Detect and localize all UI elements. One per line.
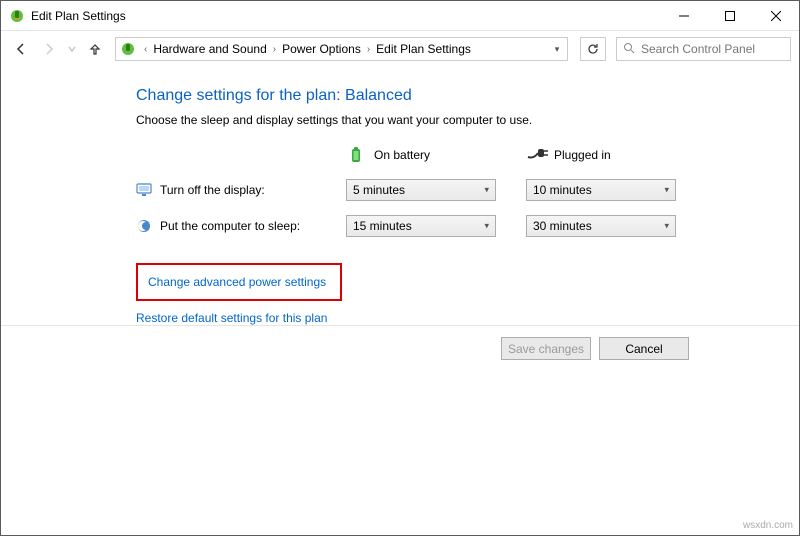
battery-icon: [346, 145, 366, 165]
watermark: wsxdn.com: [743, 520, 793, 531]
plug-icon: [526, 145, 546, 165]
column-header-plugged: Plugged in: [526, 145, 676, 165]
row-text: Put the computer to sleep:: [160, 219, 300, 233]
chevron-left-icon[interactable]: ‹: [140, 44, 151, 55]
save-button[interactable]: Save changes: [501, 337, 591, 360]
links-section: Change advanced power settings Restore d…: [136, 263, 799, 325]
window-title: Edit Plan Settings: [31, 9, 661, 23]
maximize-button[interactable]: [707, 1, 753, 30]
column-header-battery: On battery: [346, 145, 496, 165]
sleep-battery-select[interactable]: 15 minutes ▾: [346, 215, 496, 237]
select-value: 10 minutes: [533, 183, 592, 197]
page-title: Change settings for the plan: Balanced: [136, 87, 799, 105]
sleep-plugged-select[interactable]: 30 minutes ▾: [526, 215, 676, 237]
power-options-icon: [9, 8, 25, 24]
search-placeholder: Search Control Panel: [641, 42, 755, 56]
chevron-right-icon: ›: [269, 44, 280, 55]
footer: Save changes Cancel: [1, 325, 799, 371]
address-dropdown-button[interactable]: ▾: [547, 44, 567, 55]
chevron-down-icon: ▾: [484, 221, 489, 232]
address-bar[interactable]: ‹ Hardware and Sound › Power Options › E…: [115, 37, 568, 61]
search-input[interactable]: Search Control Panel: [616, 37, 791, 61]
refresh-button[interactable]: [580, 37, 606, 61]
settings-grid: On battery Plugged in: [136, 145, 799, 237]
moon-icon: [136, 218, 152, 234]
close-button[interactable]: [753, 1, 799, 30]
select-value: 30 minutes: [533, 219, 592, 233]
recent-locations-button[interactable]: [65, 37, 79, 61]
power-options-icon: [116, 41, 140, 57]
breadcrumb-item[interactable]: Edit Plan Settings: [374, 42, 473, 56]
chevron-right-icon: ›: [363, 44, 374, 55]
display-battery-select[interactable]: 5 minutes ▾: [346, 179, 496, 201]
restore-defaults-link[interactable]: Restore default settings for this plan: [136, 311, 327, 325]
chevron-down-icon: ▾: [664, 221, 669, 232]
column-label: On battery: [374, 148, 430, 162]
select-value: 15 minutes: [353, 219, 412, 233]
cancel-button[interactable]: Cancel: [599, 337, 689, 360]
row-label-sleep: Put the computer to sleep:: [136, 218, 316, 234]
row-label-display: Turn off the display:: [136, 182, 316, 198]
breadcrumb-item[interactable]: Power Options: [280, 42, 363, 56]
forward-button[interactable]: [37, 37, 61, 61]
highlight-box: Change advanced power settings: [136, 263, 342, 301]
titlebar: Edit Plan Settings: [1, 1, 799, 31]
search-icon: [623, 42, 635, 57]
breadcrumb-item[interactable]: Hardware and Sound: [151, 42, 268, 56]
window-controls: [661, 1, 799, 30]
display-icon: [136, 182, 152, 198]
chevron-down-icon: ▾: [664, 185, 669, 196]
back-button[interactable]: [9, 37, 33, 61]
nav-row: ‹ Hardware and Sound › Power Options › E…: [1, 31, 799, 67]
minimize-button[interactable]: [661, 1, 707, 30]
advanced-settings-link[interactable]: Change advanced power settings: [148, 275, 326, 289]
up-button[interactable]: [83, 37, 107, 61]
row-text: Turn off the display:: [160, 183, 265, 197]
main-content: Change settings for the plan: Balanced C…: [1, 75, 799, 325]
page-description: Choose the sleep and display settings th…: [136, 113, 799, 127]
select-value: 5 minutes: [353, 183, 405, 197]
chevron-down-icon: ▾: [484, 185, 489, 196]
column-label: Plugged in: [554, 148, 611, 162]
display-plugged-select[interactable]: 10 minutes ▾: [526, 179, 676, 201]
